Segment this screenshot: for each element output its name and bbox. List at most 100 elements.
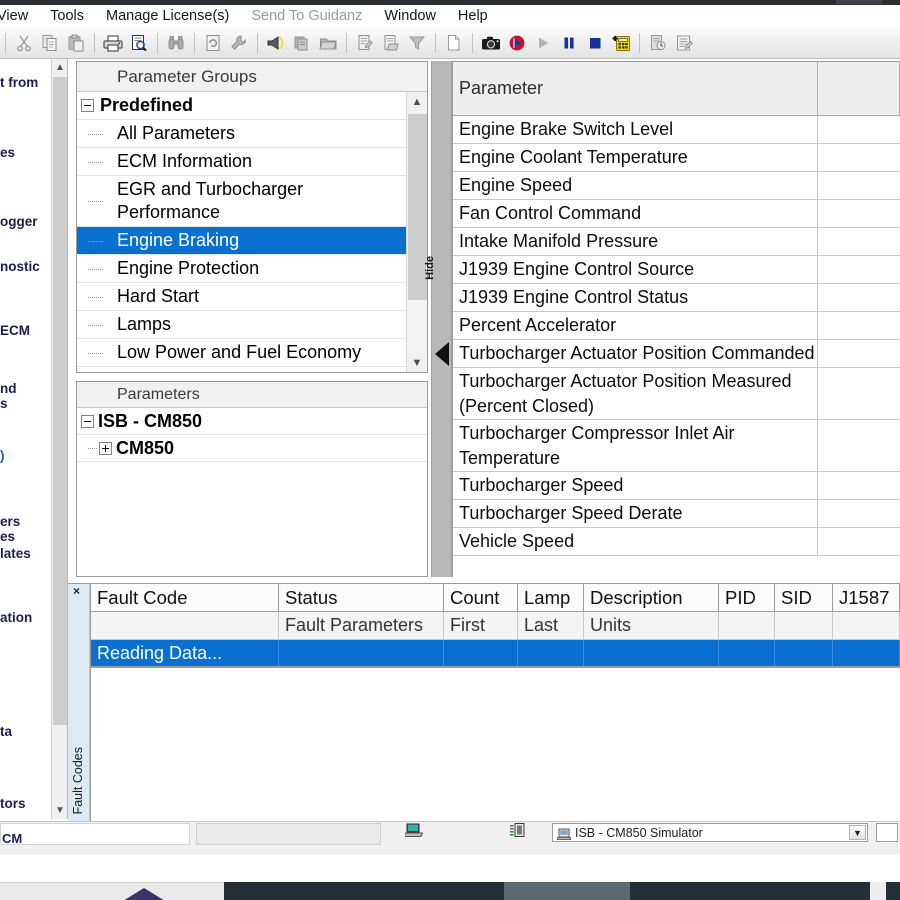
menu-item-help[interactable]: Help — [447, 8, 499, 24]
grid-column-header-parameter[interactable]: Parameter — [453, 62, 818, 115]
open-folder-icon[interactable] — [315, 30, 341, 56]
nav-item-clipped-0[interactable]: t from — [0, 75, 54, 90]
collapse-toggle-icon[interactable] — [81, 99, 94, 112]
column-header-count[interactable]: Count — [444, 584, 518, 611]
tree-node-all-parameters[interactable]: All Parameters — [77, 120, 406, 148]
scroll-up-icon[interactable]: ▲ — [407, 92, 427, 111]
column-header-status[interactable]: Status — [279, 584, 444, 611]
taskbar-tray[interactable] — [870, 882, 886, 900]
report-clock-icon[interactable] — [645, 30, 671, 56]
binoculars-find-icon[interactable] — [163, 30, 189, 56]
nav-item-clipped-10[interactable]: lates — [0, 546, 54, 561]
nav-item-clipped-12[interactable]: ta — [0, 724, 54, 739]
column-header-pid[interactable]: PID — [719, 584, 775, 611]
tree-node-isb-cm850[interactable]: ISB - CM850 — [77, 408, 427, 435]
chevron-down-icon[interactable]: ▼ — [849, 825, 866, 840]
table-row[interactable]: Percent Accelerator — [453, 312, 900, 340]
pause-icon[interactable] — [556, 30, 582, 56]
window-controls[interactable] — [836, 0, 882, 4]
column-header-j1587[interactable]: J1587 — [833, 584, 900, 611]
scroll-down-icon[interactable]: ▼ — [407, 353, 427, 372]
print-icon[interactable] — [100, 30, 126, 56]
column-header-description[interactable]: Description — [584, 584, 719, 611]
tree-node-engine-protection[interactable]: Engine Protection — [77, 255, 406, 283]
nav-item-clipped-9[interactable]: es — [0, 529, 54, 544]
taskbar-item[interactable] — [224, 882, 384, 900]
scroll-up-icon[interactable]: ▲ — [52, 59, 68, 76]
table-row[interactable]: Engine Coolant Temperature — [453, 144, 900, 172]
column-header-sid[interactable]: SID — [775, 584, 833, 611]
nav-item-clipped-11[interactable]: ation — [0, 610, 54, 625]
table-row[interactable]: Turbocharger Speed — [453, 472, 900, 500]
tree-node-egr-and-turbocharger-performance[interactable]: EGR and Turbocharger Performance — [77, 176, 406, 227]
filter-funnel-icon[interactable] — [404, 30, 430, 56]
tree-node-hard-start[interactable]: Hard Start — [77, 283, 406, 311]
copy-icon[interactable] — [37, 30, 63, 56]
tree-node-cm850[interactable]: CM850 — [77, 435, 427, 462]
taskbar-start-area[interactable] — [0, 882, 224, 900]
tree-node-engine-braking[interactable]: Engine Braking — [77, 227, 406, 255]
fault-codes-tab[interactable]: × Fault Codes — [68, 584, 90, 822]
splitter-segment-bottom[interactable] — [432, 333, 451, 577]
left-navigation-panel[interactable]: t from es ogger nostic ECM nd s ) ers es… — [0, 59, 68, 819]
copy-stack-icon[interactable] — [289, 30, 315, 56]
table-row[interactable]: Turbocharger Speed Derate — [453, 500, 900, 528]
new-file-icon[interactable] — [441, 30, 467, 56]
fault-table-row-reading-data[interactable]: Reading Data... — [91, 640, 900, 667]
nav-item-clipped-4[interactable]: ECM — [0, 323, 54, 338]
taskbar-show-desktop[interactable] — [886, 882, 900, 900]
scroll-down-icon[interactable]: ▼ — [52, 802, 68, 819]
left-panel-scrollbar[interactable]: ▲ ▼ — [51, 59, 67, 819]
menu-item-view[interactable]: View — [0, 8, 39, 24]
tree-node-low-power-and-fuel-economy[interactable]: Low Power and Fuel Economy — [77, 339, 406, 367]
print-preview-icon[interactable] — [126, 30, 152, 56]
nav-item-clipped-2[interactable]: ogger — [0, 214, 54, 229]
play-icon[interactable] — [530, 30, 556, 56]
triangle-left-icon[interactable] — [435, 342, 449, 366]
menu-item-send-to-guidanz[interactable]: Send To Guidanz — [240, 8, 373, 24]
table-row[interactable]: Intake Manifold Pressure — [453, 228, 900, 256]
table-row[interactable]: Engine Brake Switch Level — [453, 116, 900, 144]
taskbar-item[interactable] — [384, 882, 504, 900]
expand-toggle-icon[interactable] — [99, 442, 112, 455]
horn-announce-icon[interactable] — [263, 30, 289, 56]
parameter-groups-tree[interactable]: Predefined All Parameters ECM Informatio… — [77, 92, 406, 372]
table-row[interactable]: Turbocharger Actuator Position Commanded — [453, 340, 900, 368]
nav-item-clipped-6[interactable]: s — [0, 396, 54, 411]
nav-item-clipped-5[interactable]: nd — [0, 381, 54, 396]
paste-icon[interactable] — [63, 30, 89, 56]
scrollbar-thumb[interactable] — [53, 77, 67, 725]
nav-item-clipped-1[interactable]: es — [0, 145, 54, 160]
nav-item-clipped-13[interactable]: tors — [0, 796, 54, 811]
column-header-lamp[interactable]: Lamp — [518, 584, 584, 611]
menu-item-tools[interactable]: Tools — [39, 8, 95, 24]
device-select[interactable]: ISB - CM850 Simulator ▼ — [552, 823, 868, 842]
open-report-icon[interactable] — [378, 30, 404, 56]
cut-icon[interactable] — [11, 30, 37, 56]
table-row[interactable]: Fan Control Command — [453, 200, 900, 228]
table-row[interactable]: J1939 Engine Control Status — [453, 284, 900, 312]
taskbar-item[interactable] — [630, 882, 870, 900]
camera-snapshot-icon[interactable] — [478, 30, 504, 56]
close-icon[interactable]: × — [73, 585, 80, 597]
splitter-segment-top[interactable] — [432, 61, 451, 331]
parameter-groups-scrollbar[interactable]: ▲ ▼ — [406, 92, 427, 372]
nav-item-clipped-8[interactable]: ers — [0, 514, 54, 529]
stop-icon[interactable] — [582, 30, 608, 56]
record-icon[interactable] — [504, 30, 530, 56]
tree-node-ecm-information[interactable]: ECM Information — [77, 148, 406, 176]
menu-item-manage-licenses[interactable]: Manage License(s) — [95, 8, 240, 24]
refresh-page-icon[interactable] — [200, 30, 226, 56]
column-header-fault-code[interactable]: Fault Code — [91, 584, 279, 611]
tree-node-predefined[interactable]: Predefined — [77, 92, 406, 120]
wrench-tool-icon[interactable] — [226, 30, 252, 56]
table-row[interactable]: Engine Speed — [453, 172, 900, 200]
table-row[interactable]: Turbocharger Compressor Inlet Air Temper… — [453, 420, 900, 472]
table-row[interactable]: Turbocharger Actuator Position Measured … — [453, 368, 900, 420]
edit-document-icon[interactable] — [671, 30, 697, 56]
menu-item-window[interactable]: Window — [373, 8, 447, 24]
add-calculator-icon[interactable] — [608, 30, 634, 56]
nav-item-clipped-3[interactable]: nostic — [0, 259, 54, 274]
table-row[interactable]: Vehicle Speed — [453, 528, 900, 556]
nav-item-clipped-7[interactable]: ) — [0, 448, 54, 463]
